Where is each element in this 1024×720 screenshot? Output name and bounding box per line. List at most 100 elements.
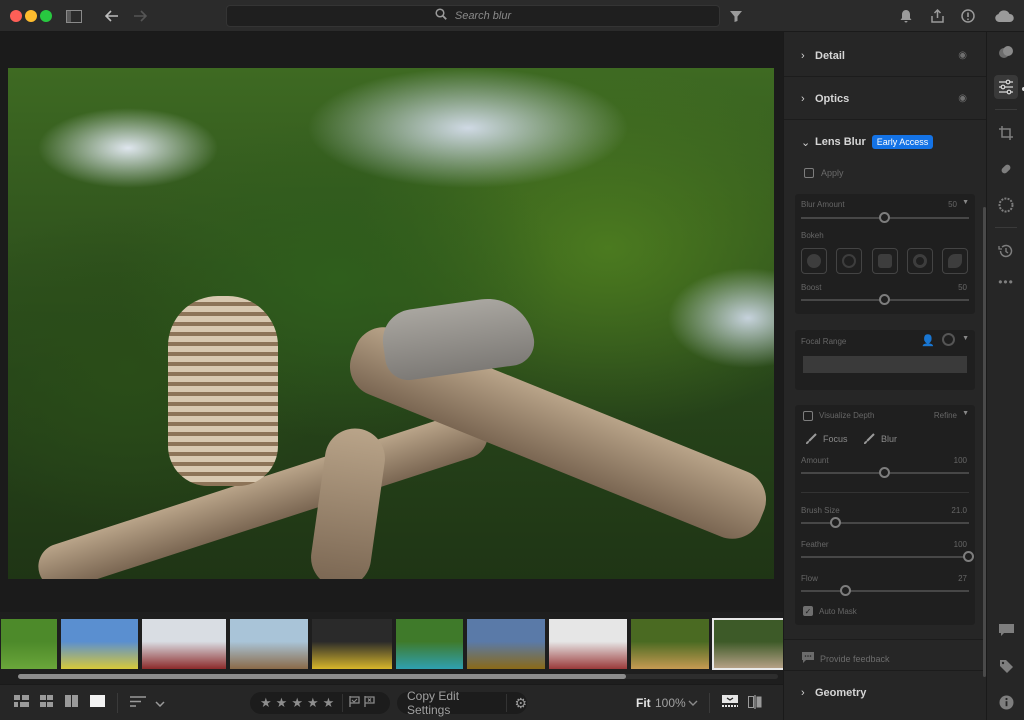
slider-knob[interactable] xyxy=(879,294,890,305)
maximize-window-button[interactable] xyxy=(40,10,52,22)
star-icon[interactable]: ★ xyxy=(291,695,303,710)
help-icon[interactable] xyxy=(958,6,978,26)
filmstrip-thumbnail-snowy-christmas-tree[interactable] xyxy=(548,618,628,670)
flag-pick-icon[interactable] xyxy=(349,694,360,712)
auto-mask-checkbox[interactable]: ✓ xyxy=(803,606,813,616)
section-geometry[interactable]: › Geometry xyxy=(784,672,987,714)
filmstrip-thumbnail-dog-on-grass[interactable] xyxy=(0,618,58,670)
history-icon[interactable] xyxy=(994,239,1018,263)
slider-knob[interactable] xyxy=(879,467,890,478)
filmstrip-thumbnail-golden-retriever[interactable] xyxy=(630,618,710,670)
star-icon[interactable]: ★ xyxy=(323,695,335,710)
blur-amount-dropdown-icon[interactable]: ▼ xyxy=(962,199,969,206)
keywords-icon[interactable] xyxy=(994,654,1018,678)
eye-icon[interactable]: ◉ xyxy=(958,50,967,61)
apply-checkbox[interactable] xyxy=(804,168,814,178)
filmstrip-thumbnail-red-barn-snow[interactable] xyxy=(141,618,227,670)
focal-range-dropdown-icon[interactable]: ▼ xyxy=(962,335,969,342)
search-input[interactable]: Search blur xyxy=(455,10,511,22)
boost-slider[interactable] xyxy=(801,294,969,305)
sort-icon[interactable] xyxy=(130,695,146,711)
feather-value[interactable]: 100 xyxy=(954,540,967,549)
star-icon[interactable]: ★ xyxy=(260,695,272,710)
compare-view-icon[interactable] xyxy=(65,695,78,711)
filter-icon[interactable] xyxy=(726,6,746,26)
share-icon[interactable] xyxy=(927,6,947,26)
zoom-level[interactable]: 100% xyxy=(655,696,686,710)
cloud-icon[interactable] xyxy=(992,6,1016,26)
more-icon[interactable]: ••• xyxy=(994,270,1018,294)
focus-brush-icon[interactable] xyxy=(805,432,817,450)
point-select-icon[interactable] xyxy=(942,333,955,346)
minimize-window-button[interactable] xyxy=(25,10,37,22)
blur-brush-icon[interactable] xyxy=(863,432,875,450)
brush-size-value[interactable]: 21.0 xyxy=(951,506,967,515)
visualize-depth-checkbox[interactable] xyxy=(803,411,813,421)
flow-value[interactable]: 27 xyxy=(958,574,967,583)
bokeh-option-ring[interactable] xyxy=(907,248,933,274)
slider-knob[interactable] xyxy=(840,585,852,596)
photo-canvas[interactable] xyxy=(0,32,783,612)
bokeh-option-cat-eye[interactable] xyxy=(942,248,968,274)
main-photo[interactable] xyxy=(8,68,774,579)
provide-feedback-link[interactable]: Provide feedback xyxy=(802,652,890,665)
focus-brush-label[interactable]: Focus xyxy=(823,434,848,444)
search-field[interactable]: Search blur xyxy=(226,5,720,27)
back-arrow-icon[interactable] xyxy=(102,6,122,26)
blur-brush-label[interactable]: Blur xyxy=(881,434,897,444)
bokeh-option-circle[interactable] xyxy=(801,248,827,274)
grid-view-icon[interactable] xyxy=(14,695,29,711)
gear-icon[interactable]: ⚙ xyxy=(514,695,527,712)
presets-icon[interactable] xyxy=(994,40,1018,64)
feather-slider[interactable] xyxy=(801,551,974,562)
blur-amount-slider[interactable] xyxy=(801,212,969,223)
section-detail[interactable]: › Detail ◉ xyxy=(784,35,987,77)
refine-label[interactable]: Refine xyxy=(934,411,957,420)
before-after-icon[interactable] xyxy=(748,695,762,713)
info-icon[interactable] xyxy=(994,690,1018,714)
slider-knob[interactable] xyxy=(963,551,974,562)
amount-value[interactable]: 100 xyxy=(954,456,967,465)
apply-row[interactable]: Apply xyxy=(804,168,844,178)
filmstrip-thumbnail-owl-and-squirrel[interactable] xyxy=(712,618,790,670)
eye-icon[interactable]: ◉ xyxy=(958,93,967,104)
brush-size-slider[interactable] xyxy=(801,517,969,528)
star-icon[interactable]: ★ xyxy=(307,695,319,710)
edit-sliders-icon[interactable] xyxy=(994,75,1018,99)
filmstrip-scrollbar[interactable] xyxy=(18,674,626,679)
crop-icon[interactable] xyxy=(994,121,1018,145)
amount-slider[interactable] xyxy=(801,467,969,478)
flow-slider[interactable] xyxy=(801,585,969,596)
filmstrip-thumbnail-horse-rider[interactable] xyxy=(395,618,464,670)
zoom-chevron-down-icon[interactable] xyxy=(688,694,698,710)
filmstrip-thumbnail-sunflower-field[interactable] xyxy=(466,618,546,670)
comments-icon[interactable] xyxy=(994,618,1018,642)
forward-arrow-icon[interactable] xyxy=(130,6,150,26)
section-optics[interactable]: › Optics ◉ xyxy=(784,78,987,120)
sidebar-toggle-icon[interactable] xyxy=(64,6,84,26)
sort-chevron-down-icon[interactable] xyxy=(155,695,165,711)
square-grid-icon[interactable] xyxy=(40,695,53,711)
healing-icon[interactable] xyxy=(994,157,1018,181)
section-lens-blur[interactable]: ⌄ Lens Blur Early Access xyxy=(784,121,987,163)
focal-range-bar[interactable] xyxy=(803,356,967,373)
blur-amount-value[interactable]: 50 xyxy=(948,200,957,209)
filmstrip-thumbnail-yellow-machinery[interactable] xyxy=(311,618,393,670)
subject-select-icon[interactable]: 👤 xyxy=(921,334,935,347)
filmstrip-thumbnail-desert-wreck[interactable] xyxy=(229,618,309,670)
refine-dropdown-icon[interactable]: ▼ xyxy=(962,410,969,417)
single-view-icon[interactable] xyxy=(90,695,105,711)
flag-reject-icon[interactable] xyxy=(364,694,375,712)
masking-icon[interactable] xyxy=(994,193,1018,217)
star-rating[interactable]: ★ ★ ★ ★ ★ xyxy=(258,694,336,712)
boost-value[interactable]: 50 xyxy=(958,283,967,292)
close-window-button[interactable] xyxy=(10,10,22,22)
bokeh-option-bubble[interactable] xyxy=(836,248,862,274)
bell-icon[interactable] xyxy=(896,6,916,26)
slider-knob[interactable] xyxy=(830,517,842,528)
filmstrip-thumbnail-child-in-dandelions[interactable] xyxy=(60,618,139,670)
bokeh-option-blade[interactable] xyxy=(872,248,898,274)
slider-knob[interactable] xyxy=(879,212,890,223)
copy-edit-settings-button[interactable]: Copy Edit Settings xyxy=(397,689,506,717)
filmstrip-toggle-icon[interactable] xyxy=(722,695,738,712)
